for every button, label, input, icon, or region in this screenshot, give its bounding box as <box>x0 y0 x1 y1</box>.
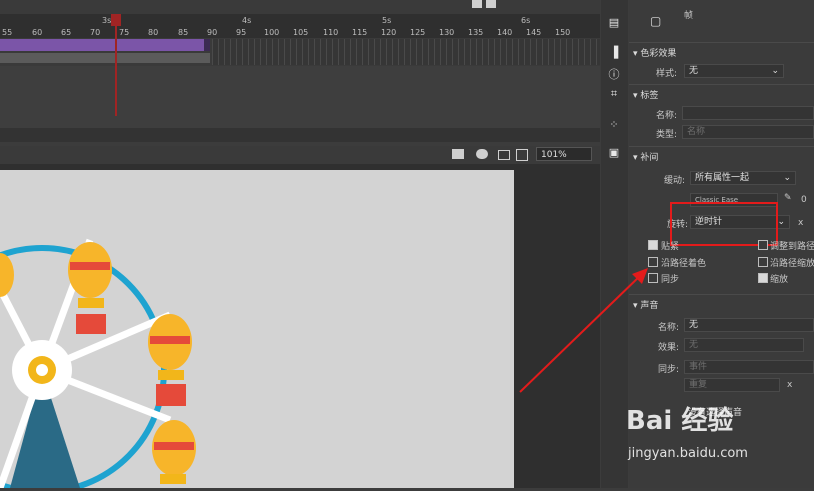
label-type-select[interactable]: 名称 <box>682 125 814 139</box>
sound-sync-select[interactable]: 事件 <box>684 360 814 374</box>
path-scale-label: 沿路径缩放 <box>770 259 814 269</box>
zoom-select[interactable]: 101% <box>536 147 592 161</box>
frame-number: 55 <box>2 28 13 37</box>
align-icon[interactable]: ▐ <box>606 46 622 60</box>
label-name-input[interactable] <box>682 106 814 120</box>
second-marker: 4s <box>242 16 252 25</box>
properties-icon[interactable]: ▣ <box>606 146 622 160</box>
timeline-scrollbar[interactable] <box>0 128 600 142</box>
section-title: 补间 <box>640 153 659 163</box>
frame-number: 110 <box>323 28 339 37</box>
frame-number: 120 <box>381 28 397 37</box>
ease-amount: 0 <box>801 195 807 205</box>
layer-frames[interactable] <box>0 53 210 63</box>
ferris-wheel-artwork <box>0 238 196 491</box>
sync-label: 同步 <box>661 275 680 285</box>
section-title: 色彩效果 <box>640 49 677 59</box>
gondola <box>152 420 196 484</box>
timeline-toolbar-icons <box>472 0 600 12</box>
scale-checkbox[interactable] <box>758 273 768 283</box>
empty-frames[interactable] <box>212 39 600 65</box>
style-value: 无 <box>689 66 699 76</box>
motion-presets-icon[interactable]: ⁘ <box>606 118 622 132</box>
style-label: 样式: <box>656 69 678 79</box>
label-type-label: 类型: <box>656 130 678 140</box>
sound-repeat-select[interactable]: 重复 <box>684 378 780 392</box>
frame-number: 150 <box>555 28 571 37</box>
sound-name-label: 名称: <box>658 323 680 333</box>
pencil-icon[interactable]: ✎ <box>784 193 792 203</box>
gondola <box>148 314 192 406</box>
second-marker: 5s <box>382 16 392 25</box>
frame-number: 90 <box>207 28 218 37</box>
timeline-ruler[interactable]: 3s 4s 5s 6s 55 60 65 70 75 80 85 90 95 1… <box>0 14 600 38</box>
frame-number: 75 <box>119 28 130 37</box>
frame-number: 125 <box>410 28 426 37</box>
sound-sync-label: 同步: <box>658 365 680 375</box>
section-title: 标签 <box>640 91 659 101</box>
frame-number: 70 <box>90 28 101 37</box>
ease-label: 缓动: <box>664 176 686 186</box>
section-color-effect[interactable]: ▾ 色彩效果 <box>633 46 676 59</box>
frame-number: 95 <box>236 28 247 37</box>
scale-label: 缩放 <box>770 275 789 285</box>
baidu-watermark: Bai 经验 <box>626 406 734 436</box>
annotation-arrow <box>519 268 648 393</box>
clip-icon[interactable] <box>452 149 464 159</box>
rotate-count: x <box>798 218 804 228</box>
stage-toolbar <box>0 146 600 164</box>
stage-canvas[interactable] <box>0 170 514 491</box>
chevron-down-icon: ⌄ <box>771 66 779 76</box>
library-icon[interactable]: ▤ <box>606 16 622 30</box>
info-icon[interactable]: ⓘ <box>606 66 622 81</box>
frame-number: 100 <box>264 28 280 37</box>
timeline-icon[interactable] <box>472 0 482 8</box>
sound-effect-label: 效果: <box>658 343 680 353</box>
chevron-down-icon: ⌄ <box>783 173 791 183</box>
label-name-label: 名称: <box>656 111 678 121</box>
frame-number: 135 <box>468 28 484 37</box>
orient-path-label: 调整到路径 <box>770 242 814 252</box>
gondola <box>0 253 14 297</box>
frame-number: 80 <box>148 28 159 37</box>
sound-name-select[interactable]: 无 <box>684 318 814 332</box>
repeat-x: x <box>787 380 793 390</box>
chevron-down-icon: ⌄ <box>777 217 785 227</box>
frame-icon: ▢ <box>650 14 662 28</box>
tween-span[interactable] <box>0 39 210 51</box>
timeline-icon[interactable] <box>486 0 496 8</box>
frame-number: 115 <box>352 28 368 37</box>
snap-label: 贴紧 <box>661 242 680 252</box>
frame-number: 140 <box>497 28 513 37</box>
transform-icon[interactable]: ⌗ <box>606 87 622 101</box>
fit-icon[interactable] <box>516 149 528 161</box>
style-select[interactable]: 无 ⌄ <box>684 64 784 78</box>
paint-bucket-icon[interactable] <box>476 149 488 159</box>
section-label[interactable]: ▾ 标签 <box>633 88 658 101</box>
path-scale-checkbox[interactable] <box>758 257 768 267</box>
second-marker: 3s <box>102 16 112 25</box>
frame-number: 105 <box>293 28 309 37</box>
sound-effect-select[interactable]: 无 <box>684 338 804 352</box>
ease-value: 所有属性一起 <box>695 173 750 183</box>
ease-select[interactable]: 所有属性一起 ⌄ <box>690 171 796 185</box>
frame-number: 60 <box>32 28 43 37</box>
snap-checkbox[interactable] <box>648 240 658 250</box>
panel-type-label: 帧 <box>684 11 694 21</box>
frame-number: 65 <box>61 28 72 37</box>
center-stage-icon[interactable] <box>498 150 510 160</box>
section-tween[interactable]: ▾ 补间 <box>633 150 658 163</box>
path-color-label: 沿路径着色 <box>661 259 707 269</box>
gondola <box>68 242 112 334</box>
watermark-url: jingyan.baidu.com <box>628 446 748 461</box>
frame-number: 85 <box>178 28 189 37</box>
orient-path-checkbox[interactable] <box>758 240 768 250</box>
playhead-line[interactable] <box>115 16 117 116</box>
second-marker: 6s <box>521 16 531 25</box>
frame-number: 145 <box>526 28 542 37</box>
frame-number: 130 <box>439 28 455 37</box>
